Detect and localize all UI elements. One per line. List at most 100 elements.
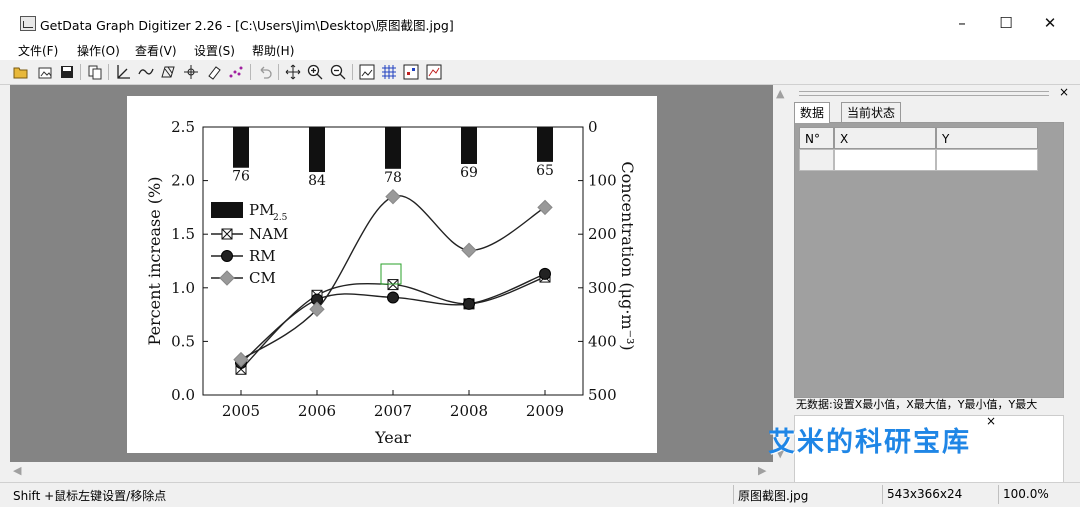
legend-label-cm: CM	[249, 269, 276, 287]
y2-tick-label: 400	[588, 332, 617, 350]
pm25-bar	[537, 127, 553, 162]
panel-grip[interactable]	[799, 91, 1049, 96]
panel-close-icon[interactable]: ×	[1059, 85, 1069, 99]
column-header-x[interactable]: X	[834, 127, 936, 149]
bar-data-label: 69	[460, 165, 478, 181]
x-tick-label: 2005	[222, 402, 260, 420]
app-logo-icon	[20, 16, 36, 31]
scroll-right-arrow-icon[interactable]: ▶	[758, 464, 766, 477]
close-button[interactable]: ✕	[1037, 10, 1063, 36]
menu-view[interactable]: 查看(V)	[135, 42, 177, 59]
points-icon[interactable]	[403, 64, 419, 80]
column-header-index[interactable]: N°	[799, 127, 834, 149]
pm25-bar	[233, 127, 249, 168]
show-graph-icon[interactable]	[426, 64, 442, 80]
status-divider	[733, 485, 734, 504]
panel-status-message: 无数据:设置X最小值，X最大值，Y最小值，Y最大	[796, 398, 1038, 411]
bar-data-label: 78	[384, 170, 402, 186]
digitized-plot-image[interactable]: 0.0 0.5 1.0 1.5 2.0 2.5 0 100 200 300 400 500 2005 20…	[127, 96, 657, 453]
horizontal-scrollbar[interactable]: ◀ ▶	[10, 462, 773, 479]
bar-data-label: 65	[536, 163, 554, 179]
y-axis-label: Percent increase (%)	[145, 177, 164, 346]
chart-svg: 0.0 0.5 1.0 1.5 2.0 2.5 0 100 200 300 400 500 2005 20…	[145, 118, 637, 447]
line-digitize-icon[interactable]	[138, 64, 154, 80]
bar-data-label: 84	[308, 173, 326, 189]
status-zoom: 100.0%	[1003, 487, 1049, 501]
status-filename: 原图截图.jpg	[738, 489, 809, 503]
pm25-bar	[309, 127, 325, 173]
legend-marker-rm	[221, 250, 233, 262]
legend-label-pm25: PM	[249, 201, 274, 219]
status-divider	[998, 485, 999, 504]
axis-icon[interactable]	[115, 64, 131, 80]
legend-label-nam: NAM	[249, 225, 288, 243]
area-icon[interactable]	[160, 64, 176, 80]
undo-icon[interactable]	[257, 64, 273, 80]
status-divider	[882, 485, 883, 504]
y2-tick-label: 500	[588, 386, 617, 404]
watermark-text: 艾米的科研宝库	[768, 427, 971, 458]
menu-settings[interactable]: 设置(S)	[194, 42, 235, 59]
toolbar	[0, 60, 1080, 85]
maximize-button[interactable]: ☐	[993, 10, 1019, 36]
y2-axis-label: Concentration (μg·m⁻³)	[618, 161, 637, 350]
toolbar-separator	[278, 64, 279, 80]
open-icon[interactable]	[13, 64, 29, 80]
tab-data[interactable]: 数据	[794, 102, 831, 123]
point-rm	[539, 267, 551, 280]
point-cm	[385, 188, 401, 205]
zoom-out-icon[interactable]	[330, 64, 346, 80]
y2-tick-label: 100	[588, 172, 617, 190]
y-tick-label: 1.0	[171, 279, 195, 297]
y-tick-label: 2.5	[171, 118, 195, 136]
series-line-nam	[240, 276, 546, 370]
x-tick-label: 2008	[450, 402, 488, 420]
watermark-close-icon[interactable]: ×	[986, 414, 996, 428]
menu-file[interactable]: 文件(F)	[18, 42, 58, 59]
column-header-y[interactable]: Y	[936, 127, 1038, 149]
image-canvas[interactable]: 0.0 0.5 1.0 1.5 2.0 2.5 0 100 200 300 400 500 2005 20…	[10, 85, 773, 462]
toolbar-separator	[80, 64, 81, 80]
y-tick-label: 0.0	[171, 386, 195, 404]
title-bar: GetData Graph Digitizer 2.26 - [C:\Users…	[0, 0, 1080, 38]
x-tick-label: 2007	[374, 402, 412, 420]
menu-help[interactable]: 帮助(H)	[252, 42, 294, 59]
scroll-up-arrow-icon[interactable]: ▲	[776, 87, 784, 100]
save-icon[interactable]	[59, 64, 75, 80]
auto-trace-icon[interactable]	[228, 64, 244, 80]
minimize-button[interactable]: –	[949, 10, 975, 36]
y-tick-label: 0.5	[171, 332, 195, 350]
fit-image-icon[interactable]	[359, 64, 375, 80]
y-tick-label: 1.5	[171, 225, 195, 243]
open-image-icon[interactable]	[37, 64, 53, 80]
window-title: GetData Graph Digitizer 2.26 - [C:\Users…	[40, 18, 454, 33]
toolbar-separator	[250, 64, 251, 80]
legend-label-rm: RM	[249, 247, 276, 265]
vertical-scrollbar[interactable]: ▲ ▼	[773, 85, 789, 462]
point-cm	[461, 242, 477, 258]
grid-icon[interactable]	[381, 64, 397, 80]
pm25-bar	[385, 127, 401, 169]
copy-icon[interactable]	[87, 64, 103, 80]
x-axis-label: Year	[374, 428, 411, 447]
table-cell-y[interactable]	[936, 149, 1038, 171]
move-icon[interactable]	[285, 64, 301, 80]
y2-tick-label: 0	[588, 118, 598, 136]
menu-bar: 文件(F) 操作(O) 查看(V) 设置(S) 帮助(H)	[0, 38, 1080, 60]
legend-marker-cm	[219, 270, 235, 286]
y2-tick-label: 200	[588, 225, 617, 243]
scroll-left-arrow-icon[interactable]: ◀	[13, 464, 21, 477]
zoom-in-icon[interactable]	[307, 64, 323, 80]
x-tick-label: 2006	[298, 402, 336, 420]
legend-label-pm25-sub: 2.5	[273, 213, 288, 223]
toolbar-separator	[108, 64, 109, 80]
eraser-icon[interactable]	[206, 64, 222, 80]
tab-current-status[interactable]: 当前状态	[841, 102, 902, 123]
status-bar: Shift +鼠标左键设置/移除点 原图截图.jpg 543x366x24 10…	[0, 482, 1080, 507]
point-icon[interactable]	[183, 64, 199, 80]
table-row-header[interactable]	[799, 149, 834, 171]
bar-data-label: 76	[232, 169, 250, 185]
legend-swatch-pm25	[211, 202, 243, 218]
menu-operations[interactable]: 操作(O)	[77, 42, 120, 59]
table-cell-x[interactable]	[834, 149, 936, 171]
